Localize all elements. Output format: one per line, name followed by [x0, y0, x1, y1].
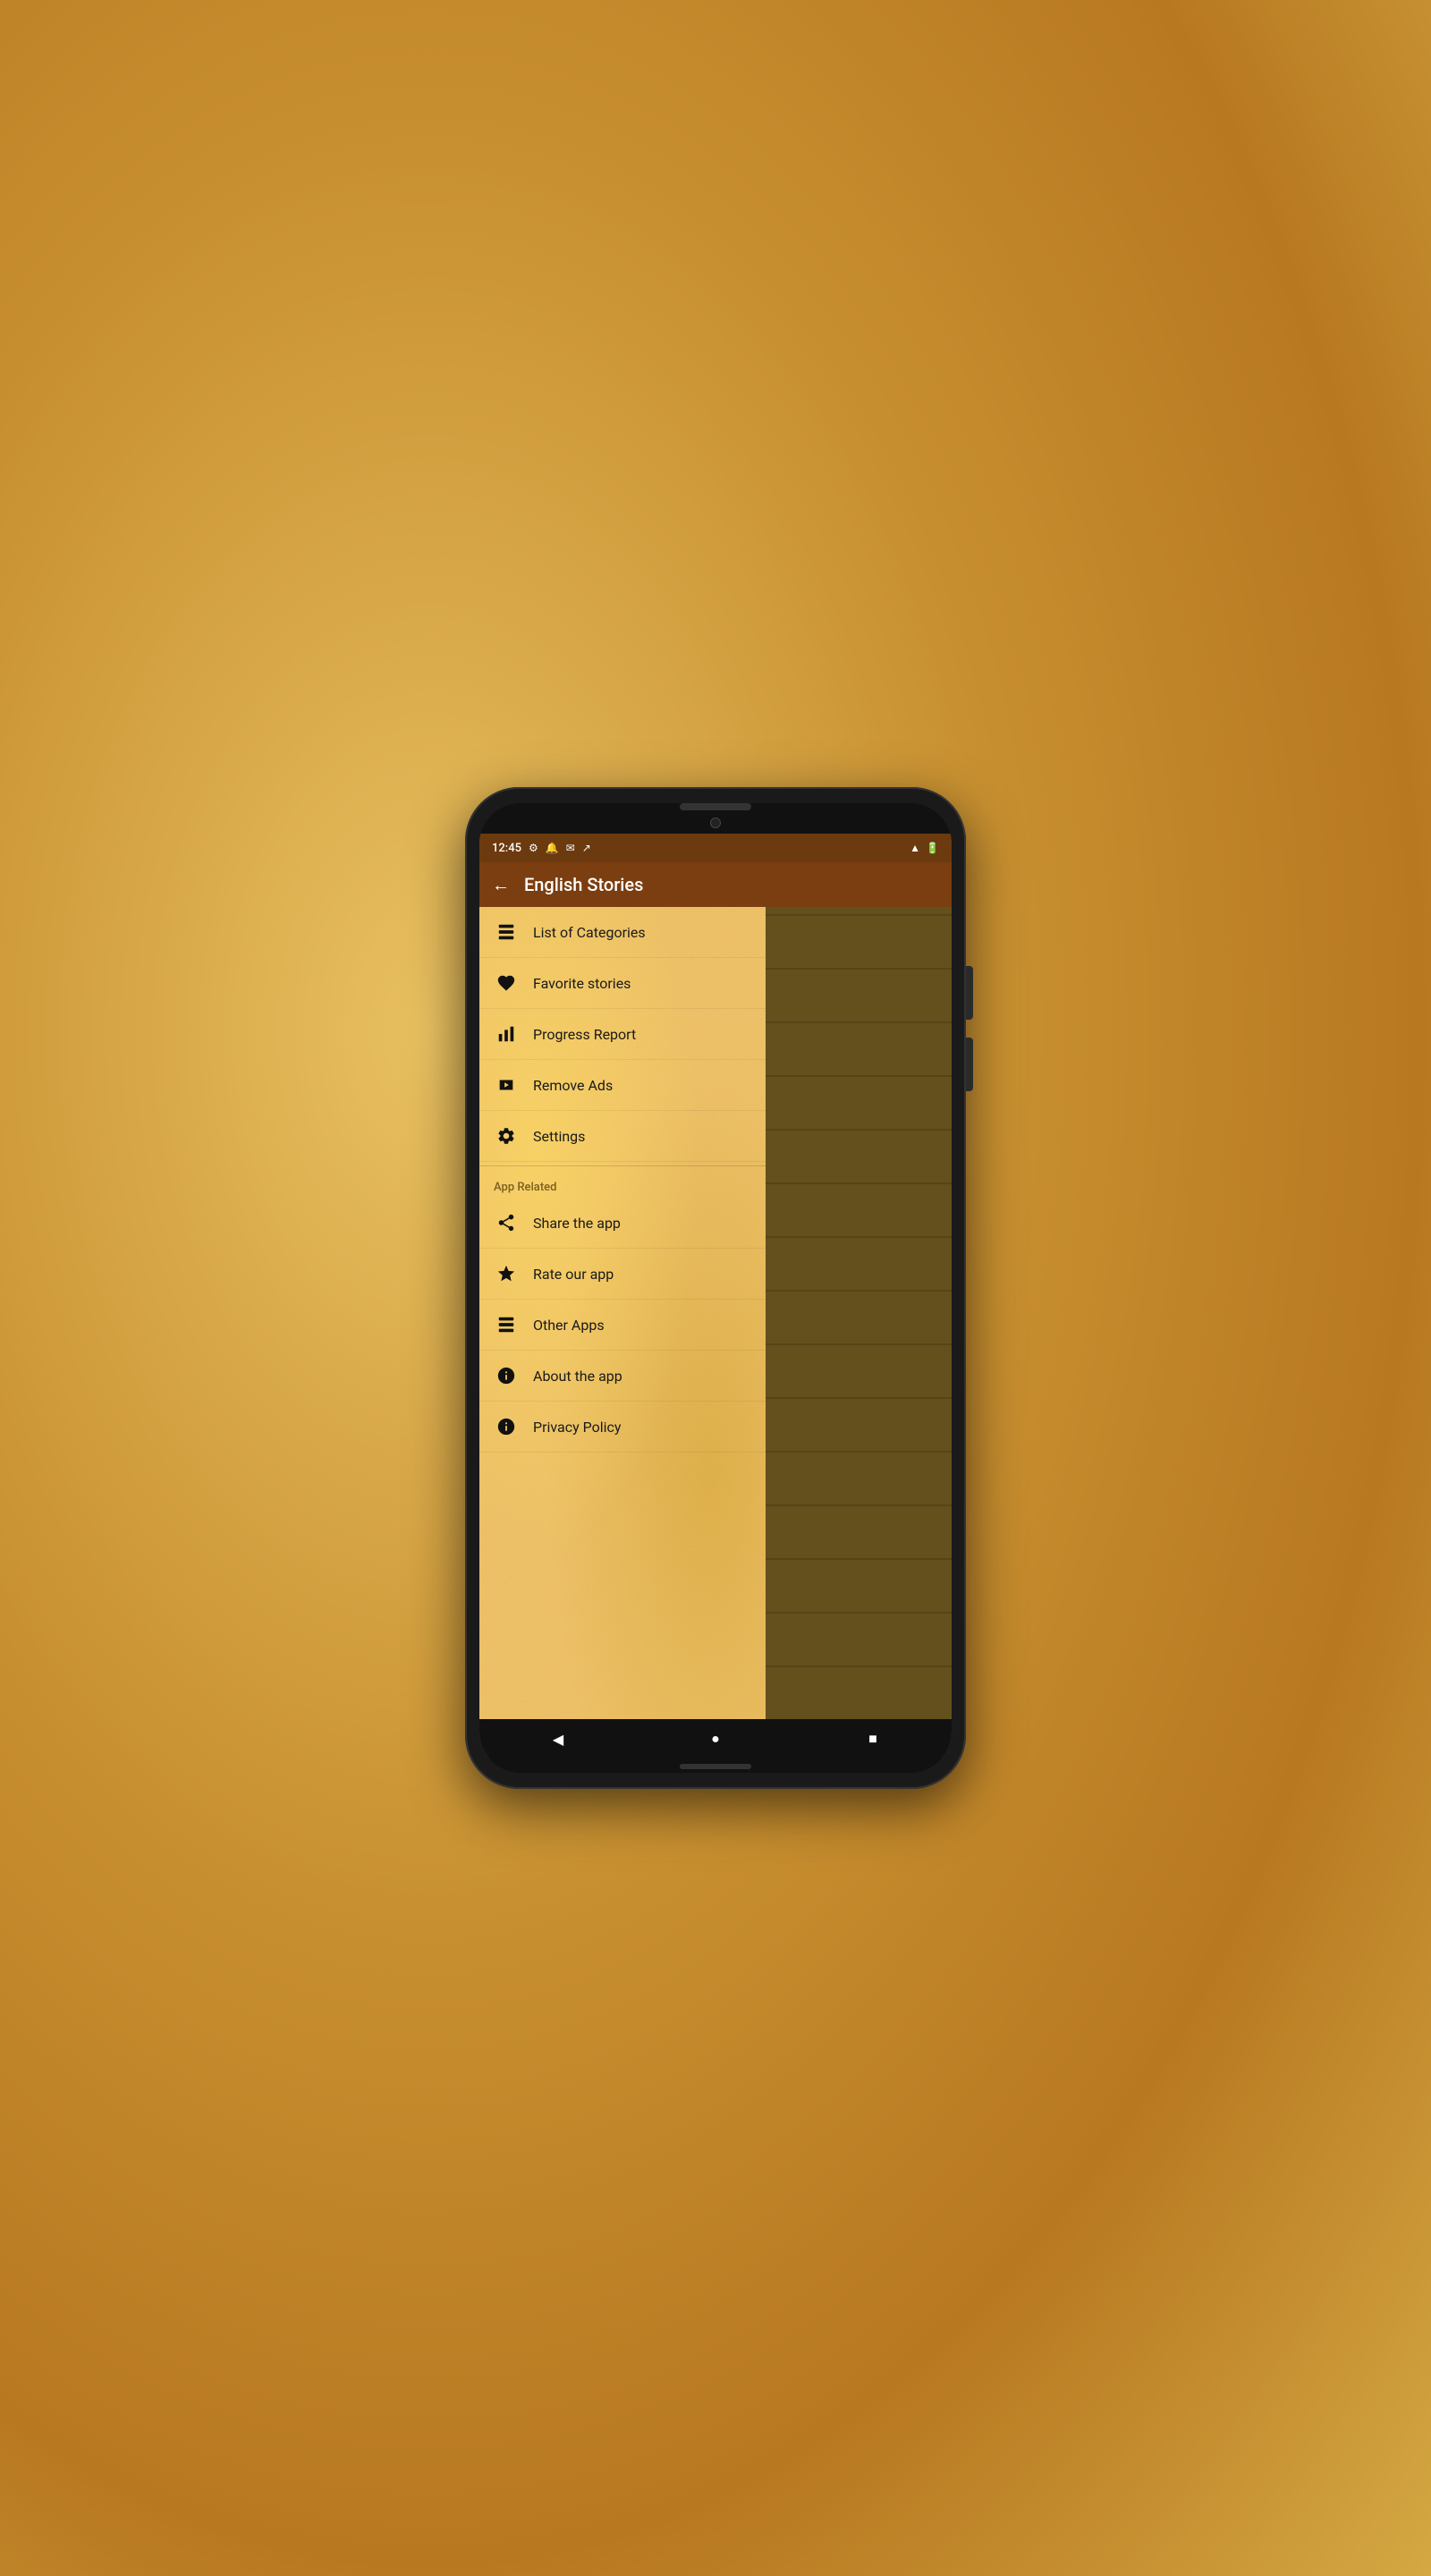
favorite-stories-label: Favorite stories [533, 975, 631, 992]
battery-icon: 🔋 [926, 842, 939, 854]
camera-area [479, 818, 952, 828]
status-time: 12:45 [492, 842, 521, 855]
app-bar: ← English Stories [479, 862, 952, 907]
status-bar: 12:45 ⚙ 🔔 ✉ ↗ ▲ 🔋 [479, 834, 952, 862]
menu-item-rate-app[interactable]: Rate our app [479, 1249, 766, 1300]
settings-status-icon: ⚙ [529, 842, 538, 854]
menu-item-other-apps[interactable]: Other Apps [479, 1300, 766, 1351]
settings-label: Settings [533, 1128, 585, 1145]
list-categories-icon [494, 919, 519, 945]
notification-status-icon: 🔔 [546, 842, 559, 854]
phone-device: 12:45 ⚙ 🔔 ✉ ↗ ▲ 🔋 ← English Stories [465, 787, 966, 1789]
status-right: ▲ 🔋 [910, 842, 939, 854]
app-title: English Stories [524, 874, 643, 895]
progress-report-label: Progress Report [533, 1026, 636, 1043]
signal-icon: ▲ [910, 842, 920, 854]
menu-item-progress-report[interactable]: Progress Report [479, 1009, 766, 1060]
menu-item-favorite-stories[interactable]: Favorite stories [479, 958, 766, 1009]
nav-back-button[interactable]: ◀ [544, 1724, 572, 1753]
content-area: List of Categories Favorite stories [479, 907, 952, 1719]
privacy-policy-label: Privacy Policy [533, 1419, 622, 1436]
camera-dot [710, 818, 721, 828]
about-app-label: About the app [533, 1368, 622, 1385]
screen: 12:45 ⚙ 🔔 ✉ ↗ ▲ 🔋 ← English Stories [479, 834, 952, 1758]
other-apps-label: Other Apps [533, 1317, 605, 1334]
rate-app-icon [494, 1261, 519, 1286]
nav-recents-button[interactable]: ■ [859, 1724, 887, 1753]
menu-item-about-app[interactable]: About the app [479, 1351, 766, 1402]
remove-ads-icon [494, 1072, 519, 1097]
nav-bar: ◀ ● ■ [479, 1719, 952, 1758]
list-categories-label: List of Categories [533, 924, 646, 941]
app-related-header: App Related [479, 1170, 766, 1198]
menu-item-settings[interactable]: Settings [479, 1111, 766, 1162]
email-status-icon: ✉ [566, 842, 575, 854]
bottom-bar [680, 1764, 751, 1769]
right-panel [766, 907, 952, 1719]
back-button[interactable]: ← [492, 874, 510, 896]
rate-app-label: Rate our app [533, 1266, 614, 1283]
speaker [680, 803, 751, 810]
nav-home-button[interactable]: ● [701, 1724, 730, 1753]
privacy-policy-icon [494, 1414, 519, 1439]
settings-icon [494, 1123, 519, 1148]
remove-ads-label: Remove Ads [533, 1077, 613, 1094]
section-divider [479, 1165, 766, 1166]
antenna-status-icon: ↗ [582, 842, 591, 854]
share-app-label: Share the app [533, 1215, 621, 1232]
other-apps-icon [494, 1312, 519, 1337]
about-app-icon [494, 1363, 519, 1388]
progress-report-icon [494, 1021, 519, 1046]
status-left: 12:45 ⚙ 🔔 ✉ ↗ [492, 842, 591, 855]
share-app-icon [494, 1210, 519, 1235]
menu-item-privacy-policy[interactable]: Privacy Policy [479, 1402, 766, 1453]
menu-item-remove-ads[interactable]: Remove Ads [479, 1060, 766, 1111]
menu-item-list-categories[interactable]: List of Categories [479, 907, 766, 958]
menu-panel: List of Categories Favorite stories [479, 907, 766, 1719]
menu-item-share-app[interactable]: Share the app [479, 1198, 766, 1249]
phone-screen: 12:45 ⚙ 🔔 ✉ ↗ ▲ 🔋 ← English Stories [479, 803, 952, 1773]
favorite-stories-icon [494, 970, 519, 996]
